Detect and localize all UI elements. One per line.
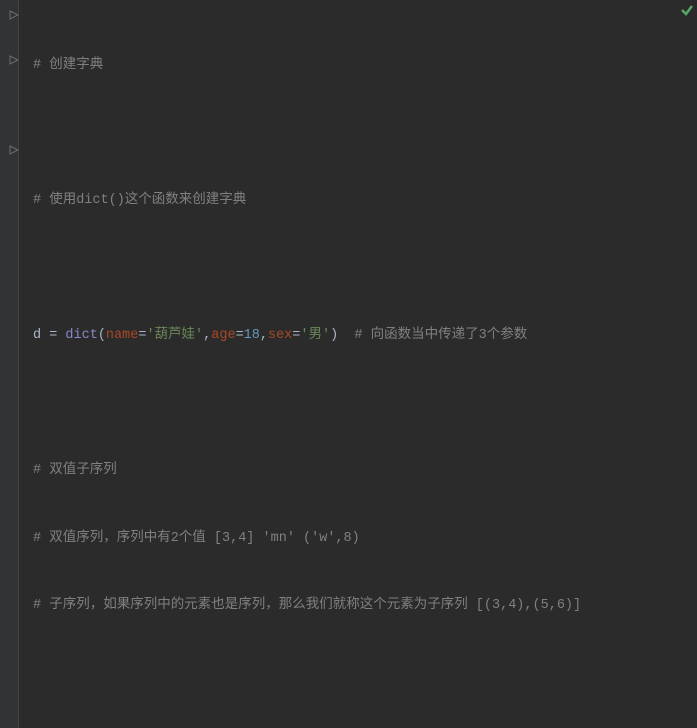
comment-text: # 双值子序列 [33,463,117,478]
number-text: 18 [244,328,260,343]
comma-text: , [260,328,268,343]
op-text: = [49,328,65,343]
kwarg-text: age [211,328,235,343]
kwarg-text: sex [268,328,292,343]
analysis-ok-icon[interactable] [680,3,694,22]
comment-text: # 向函数当中传递了3个参数 [338,328,527,343]
paren-text: ) [330,328,338,343]
comment-text: # 使用dict()这个函数来创建字典 [33,193,246,208]
string-text: '葫芦娃' [146,328,203,343]
code-editor[interactable]: # 创建字典 # 使用dict()这个函数来创建字典 d = dict(name… [0,0,697,728]
code-area[interactable]: # 创建字典 # 使用dict()这个函数来创建字典 d = dict(name… [19,0,697,728]
kwarg-text: name [106,328,138,343]
op-text: = [236,328,244,343]
fold-marker-icon[interactable] [9,145,19,155]
comment-text: # 子序列，如果序列中的元素也是序列，那么我们就称这个元素为子序列 [(3,4)… [33,598,581,613]
func-text: dict [65,328,97,343]
comment-text: # 双值序列，序列中有2个值 [3,4] 'mn' ('w',8) [33,531,360,546]
string-text: '男' [300,328,330,343]
comment-text: # 创建字典 [33,58,103,73]
paren-text: ( [98,328,106,343]
fold-marker-icon[interactable] [9,55,19,65]
fold-marker-icon[interactable] [9,10,19,20]
var-text: d [33,328,49,343]
fold-gutter [0,0,19,728]
